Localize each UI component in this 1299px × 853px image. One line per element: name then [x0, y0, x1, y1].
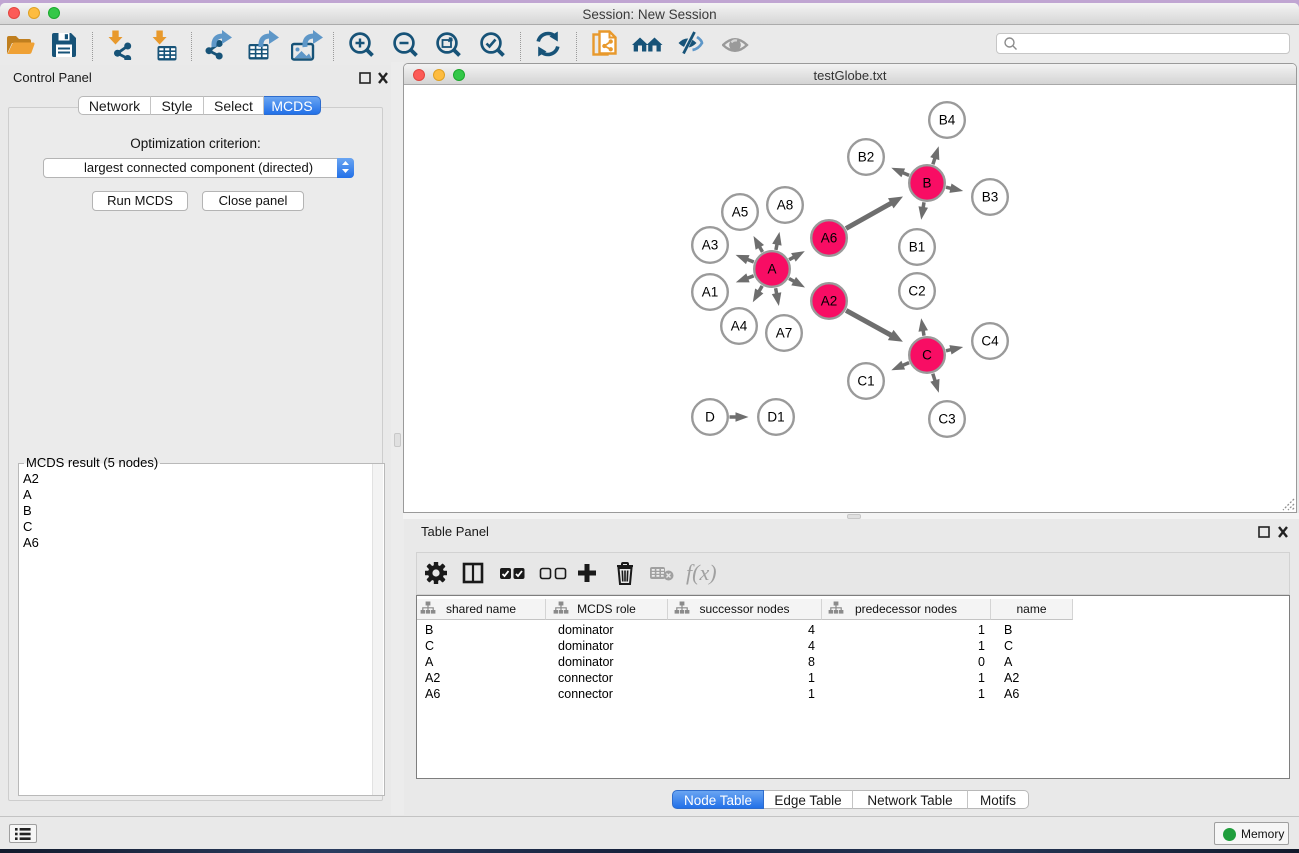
- svg-text:C4: C4: [981, 334, 999, 349]
- svg-text:A2: A2: [821, 294, 838, 309]
- svg-text:A4: A4: [731, 319, 748, 334]
- svg-text:C1: C1: [857, 374, 874, 389]
- svg-text:A8: A8: [777, 198, 794, 213]
- svg-text:D1: D1: [767, 410, 784, 425]
- svg-text:A5: A5: [732, 205, 749, 220]
- svg-text:B: B: [922, 176, 931, 191]
- svg-text:A7: A7: [776, 326, 793, 341]
- svg-text:B4: B4: [939, 113, 956, 128]
- svg-text:D: D: [705, 410, 715, 425]
- svg-text:C2: C2: [908, 284, 925, 299]
- svg-text:A1: A1: [702, 285, 719, 300]
- svg-text:B1: B1: [909, 240, 926, 255]
- svg-text:C3: C3: [938, 412, 955, 427]
- svg-text:B2: B2: [858, 150, 875, 165]
- svg-text:C: C: [922, 348, 932, 363]
- svg-text:A3: A3: [702, 238, 719, 253]
- svg-text:B3: B3: [982, 190, 999, 205]
- svg-text:A6: A6: [821, 231, 838, 246]
- svg-text:A: A: [767, 262, 776, 277]
